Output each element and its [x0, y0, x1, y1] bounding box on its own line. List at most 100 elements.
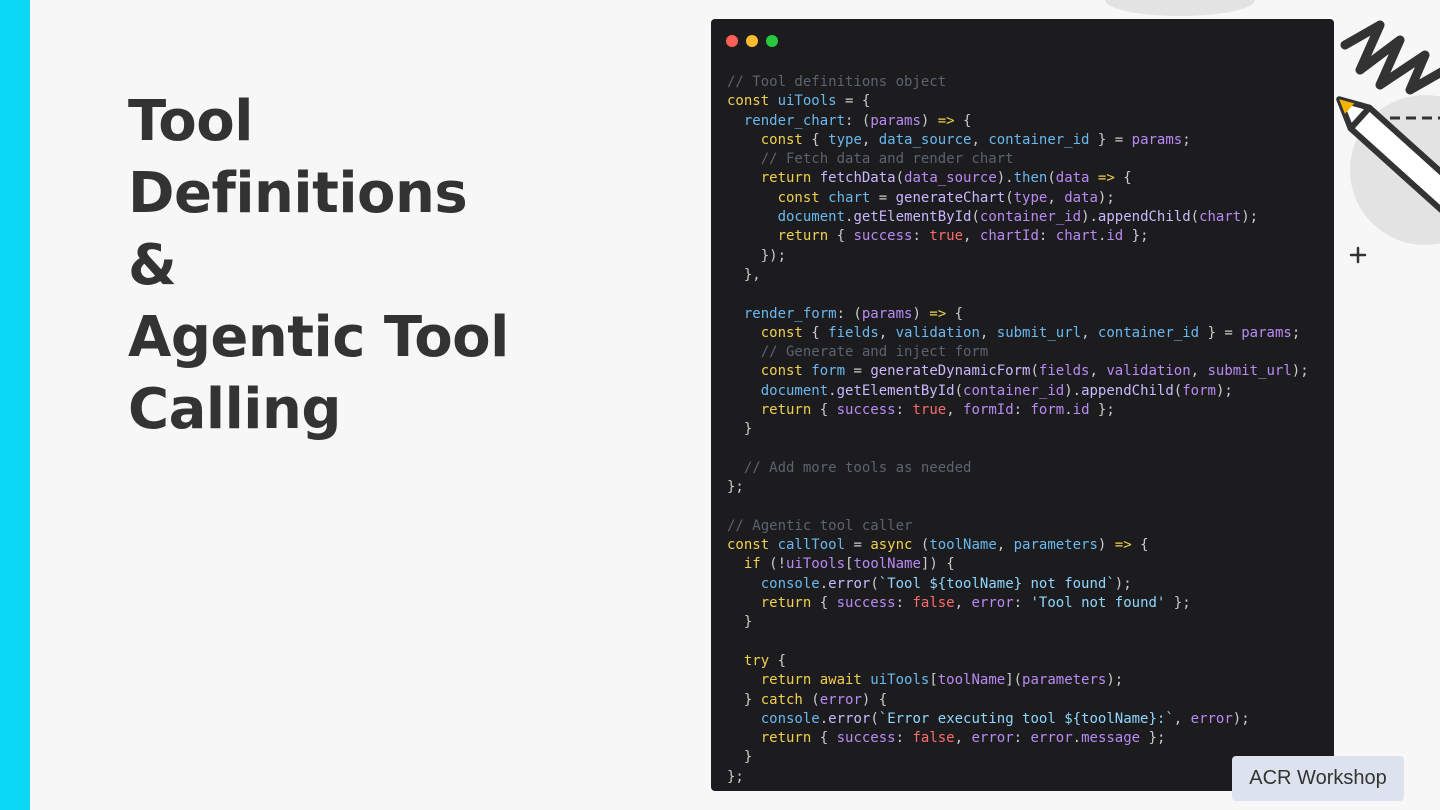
code-token: // Agentic tool caller — [727, 517, 913, 534]
code-token: true — [929, 228, 964, 245]
code-line: // Add more tools as needed — [727, 459, 1309, 478]
code-token: params — [861, 305, 913, 322]
code-token: ( — [971, 209, 980, 226]
code-token: { — [811, 402, 837, 419]
code-token: { — [1131, 537, 1149, 554]
code-token: { — [802, 324, 829, 341]
code-token: 'Tool not found' — [1030, 595, 1166, 612]
code-token: appendChild — [1097, 209, 1191, 226]
zigzag-icon — [1340, 20, 1440, 95]
code-token: container_id — [1097, 324, 1200, 341]
title-line: Definitions — [128, 161, 468, 226]
code-token: `Error executing tool ${toolName}:` — [878, 710, 1174, 727]
code-token: generateChart — [895, 189, 1006, 206]
code-token: = — [845, 537, 871, 554]
code-token: { — [811, 595, 837, 612]
code-line: document.getElementById(container_id).ap… — [727, 382, 1309, 401]
code-token: : — [895, 402, 913, 419]
code-token: container_id — [963, 382, 1065, 399]
code-token: ; — [1291, 324, 1301, 341]
code-token: : — [895, 730, 913, 747]
code-token: , — [861, 131, 879, 148]
window-controls — [726, 35, 778, 47]
code-token: { — [811, 730, 837, 747]
code-token: ( — [1005, 189, 1014, 206]
code-line: console.error(`Tool ${toolName} not foun… — [727, 575, 1309, 594]
code-line: return { success: true, chartId: chart.i… — [727, 227, 1309, 246]
code-token: try — [743, 652, 770, 669]
code-line: return { success: false, error: 'Tool no… — [727, 594, 1309, 613]
code-token: : — [912, 228, 930, 245]
code-token: }; — [1089, 402, 1115, 419]
code-token: callTool — [777, 537, 846, 554]
code-token: { — [802, 131, 829, 148]
code-token: , — [979, 324, 997, 341]
code-line: // Tool definitions object — [727, 73, 1309, 92]
code-token: params — [1131, 131, 1183, 148]
code-token: } — [727, 421, 753, 438]
code-line: document.getElementById(container_id).ap… — [727, 208, 1309, 227]
title-line: Tool — [128, 89, 253, 154]
title-line: Calling — [128, 377, 341, 442]
code-token: = — [870, 189, 896, 206]
title-line: Agentic Tool — [128, 305, 509, 370]
code-token: ); — [1114, 575, 1132, 592]
code-token: data_source — [904, 170, 997, 187]
code-token: const — [727, 93, 778, 110]
code-token: parameters — [1013, 537, 1098, 554]
code-token: ( — [870, 710, 879, 727]
code-token: return — [777, 228, 829, 245]
code-token: fields — [828, 324, 879, 341]
code-token: params — [1241, 324, 1292, 341]
code-line: render_form: (params) => { — [727, 305, 1309, 324]
code-token: const — [727, 537, 778, 554]
code-token: message — [1081, 730, 1141, 747]
code-token: data — [1064, 189, 1098, 206]
minimize-dot-icon — [746, 35, 758, 47]
code-token: validation — [1106, 363, 1191, 380]
code-token: false — [912, 595, 955, 612]
code-token: fetchData — [819, 170, 896, 187]
code-token: , — [1047, 189, 1065, 206]
code-token: container_id — [988, 131, 1090, 148]
code-token: async — [870, 537, 913, 554]
code-line: if (!uiTools[toolName]) { — [727, 555, 1309, 574]
code-token: } = — [1089, 131, 1132, 148]
code-token: ]( — [1005, 672, 1023, 689]
code-token: ). — [1081, 209, 1098, 226]
code-token: ( — [1173, 382, 1183, 399]
code-token: ( — [870, 575, 879, 592]
code-token: => — [1114, 537, 1132, 554]
code-token: return — [760, 170, 820, 187]
code-token: error — [971, 730, 1014, 747]
code-token: : — [1013, 730, 1031, 747]
code-token: => — [937, 112, 955, 129]
code-token: ( — [912, 537, 930, 554]
code-token: const — [760, 131, 803, 148]
code-token: console — [760, 710, 820, 727]
code-token: getElementById — [836, 382, 955, 399]
code-token: ); — [1097, 189, 1115, 206]
code-token: type — [1013, 189, 1048, 206]
code-token: validation — [895, 324, 980, 341]
code-token: => — [1097, 170, 1115, 187]
code-line: const form = generateDynamicForm(fields,… — [727, 362, 1309, 381]
code-token: . — [819, 575, 829, 592]
code-line: } — [727, 613, 1309, 632]
code-token: . — [1072, 730, 1082, 747]
slide-title: Tool Definitions & Agentic Tool Calling — [128, 86, 509, 446]
code-token: error — [971, 595, 1014, 612]
code-token: success — [836, 730, 896, 747]
code-token: error — [828, 575, 871, 592]
code-token: generateDynamicForm — [870, 363, 1031, 380]
code-line: }); — [727, 247, 1309, 266]
